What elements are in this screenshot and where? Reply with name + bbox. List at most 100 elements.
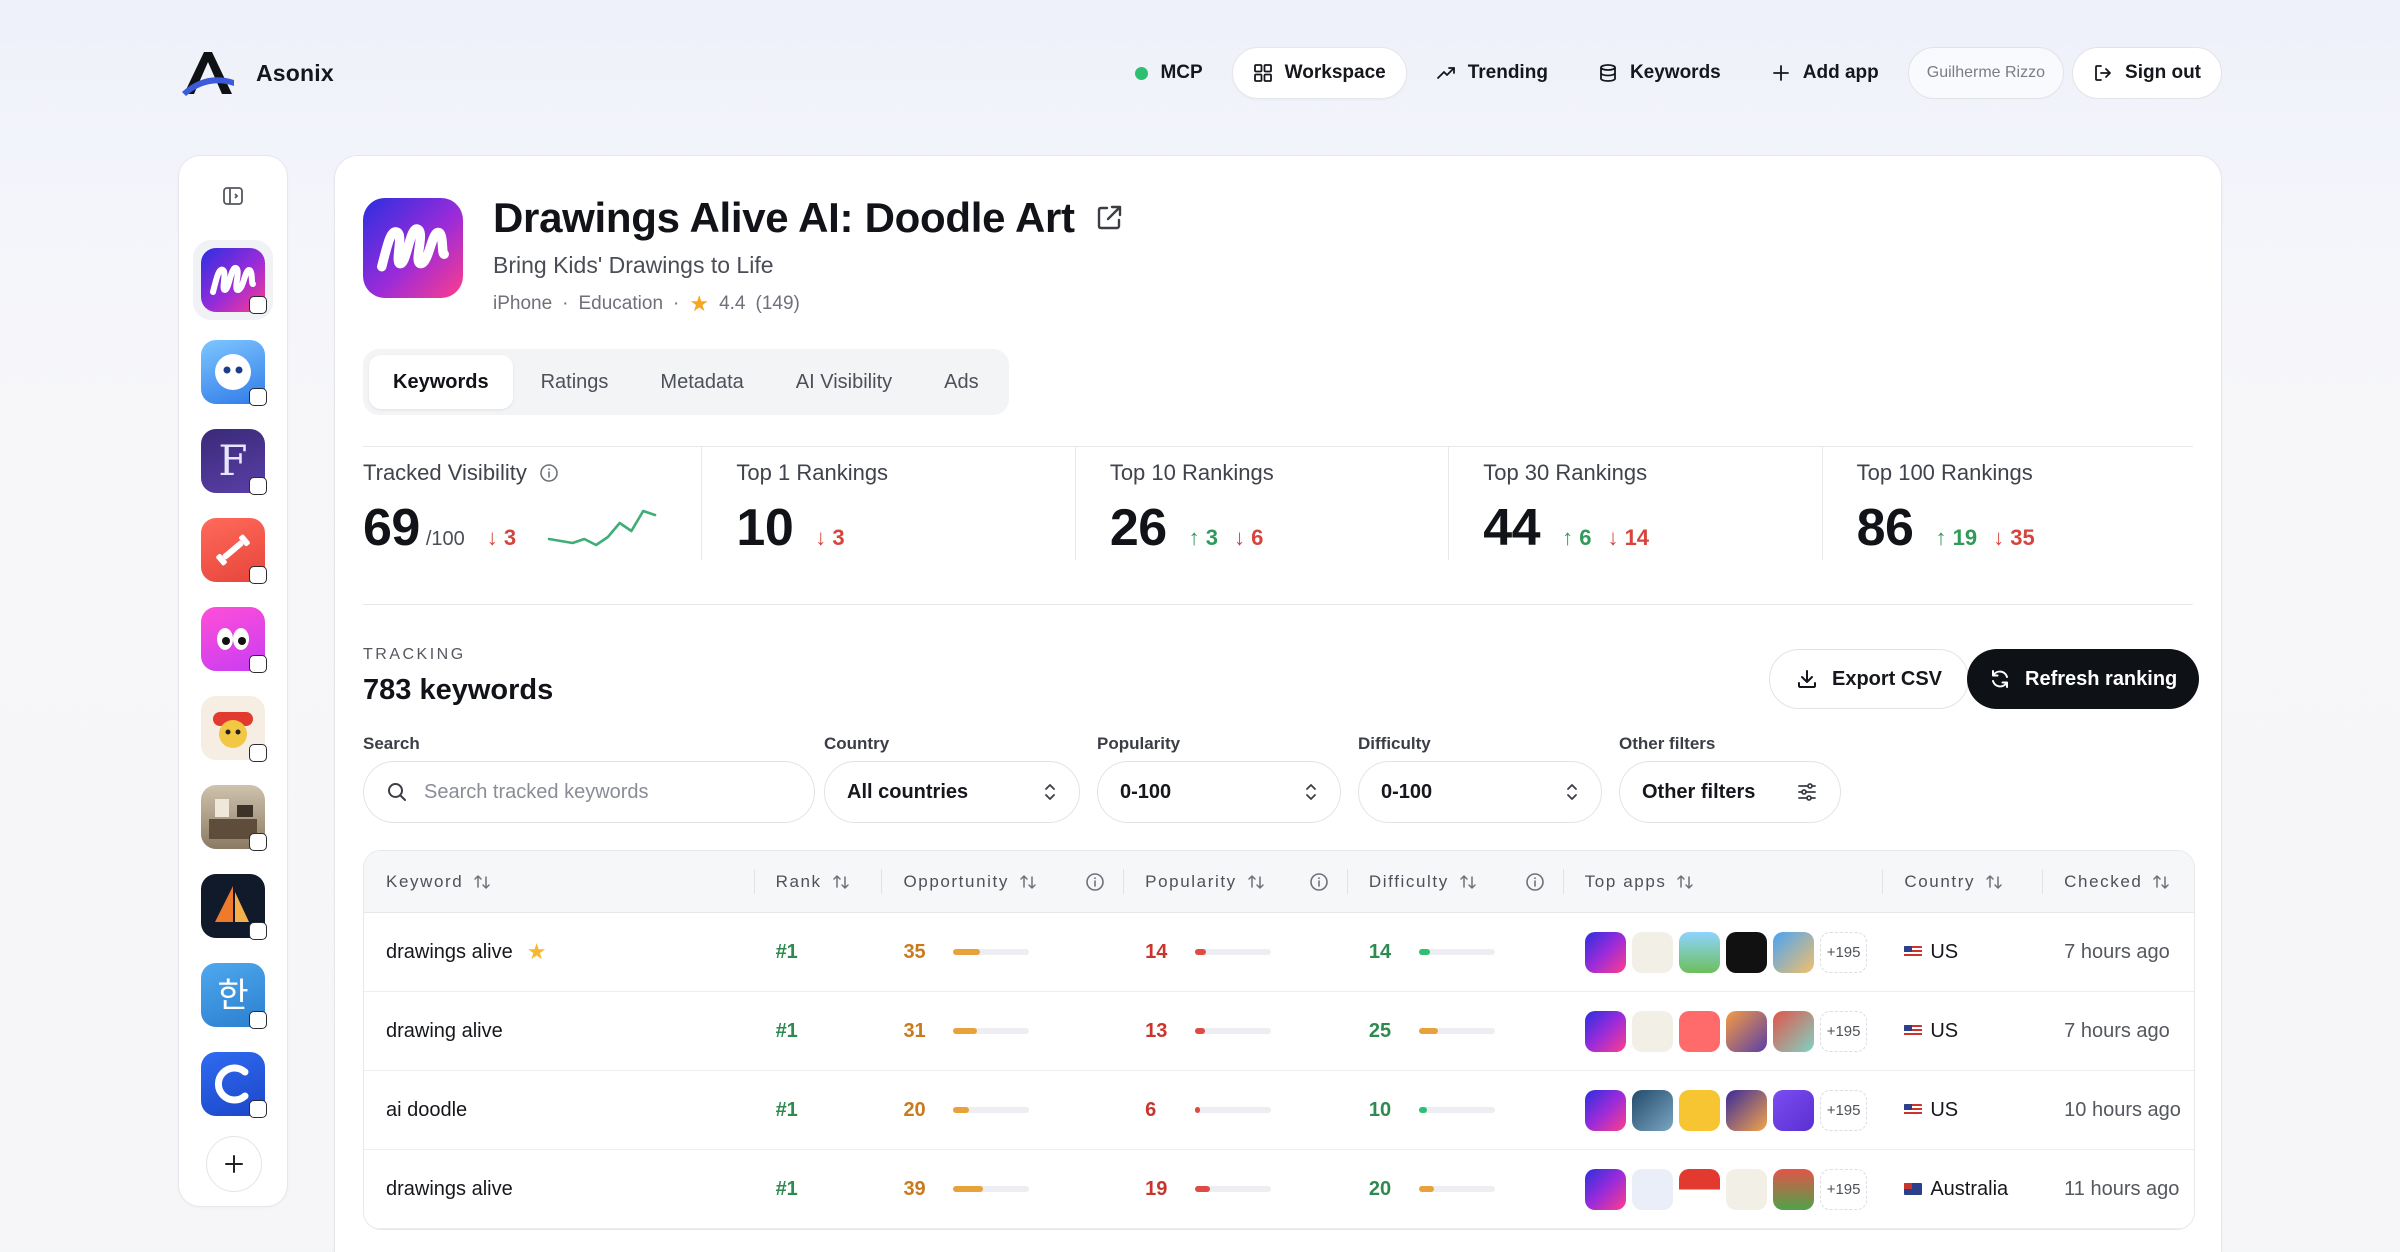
sidebar-app-drawings-alive[interactable] [193, 240, 273, 320]
opportunity-value: 31 [903, 1019, 926, 1042]
more-apps-count[interactable]: +195 [1819, 1089, 1868, 1131]
checked-cell: 7 hours ago [2042, 992, 2194, 1070]
keyword-cell[interactable]: drawings alive ★ [364, 913, 754, 991]
keyword-cell[interactable]: drawings alive [364, 1150, 754, 1228]
top-app-icon[interactable] [1631, 1010, 1673, 1052]
sidebar-app-5[interactable] [201, 607, 267, 673]
column-opportunity[interactable]: Opportunity [881, 851, 1123, 912]
top-app-icon[interactable] [1772, 1168, 1814, 1210]
top-app-icon[interactable] [1678, 931, 1720, 973]
user-pill[interactable]: Guilherme Rizzo [1907, 47, 2065, 99]
table-row[interactable]: drawing alive #1 31 13 25 +195 US 7 hour… [364, 992, 2194, 1071]
sidebar-app-6[interactable] [201, 696, 267, 762]
top-app-icon[interactable] [1725, 1089, 1767, 1131]
top-app-icon[interactable] [1678, 1089, 1720, 1131]
info-icon[interactable] [1309, 872, 1329, 892]
tab-keywords[interactable]: Keywords [369, 355, 513, 409]
nav-workspace[interactable]: Workspace [1231, 47, 1407, 99]
country-select[interactable]: All countries [824, 761, 1080, 823]
difficulty-select[interactable]: 0-100 [1358, 761, 1602, 823]
sidebar-app-3[interactable]: F [201, 429, 267, 495]
top-app-icon[interactable] [1678, 1168, 1720, 1210]
keyword-cell[interactable]: ai doodle [364, 1071, 754, 1149]
nav-mcp[interactable]: MCP [1114, 47, 1223, 99]
column-country[interactable]: Country [1882, 851, 2042, 912]
top-app-icon[interactable] [1584, 931, 1626, 973]
difficulty-cell: 20 [1347, 1150, 1563, 1228]
sidebar-app-2[interactable] [201, 340, 267, 406]
nav-trending[interactable]: Trending [1415, 47, 1569, 99]
stat-label: Top 100 Rankings [1856, 460, 2033, 485]
stat-tracked-visibility: Tracked Visibility 69 /100 ↓ 3 [363, 446, 701, 560]
sidebar-app-8[interactable] [201, 874, 267, 940]
brand[interactable]: Asonix [178, 48, 334, 98]
popularity-bar-fill [1195, 949, 1206, 955]
top-app-icon[interactable] [1631, 1089, 1673, 1131]
info-icon[interactable] [1085, 872, 1105, 892]
table-row[interactable]: drawings alive ★ #1 35 14 14 +195 US 7 h… [364, 913, 2194, 992]
column-top-apps[interactable]: Top apps [1562, 851, 1883, 912]
more-apps-count[interactable]: +195 [1819, 1010, 1868, 1052]
tab-ai-visibility[interactable]: AI Visibility [772, 355, 916, 409]
column-rank[interactable]: Rank [753, 851, 882, 912]
top-app-icon[interactable] [1772, 1010, 1814, 1052]
top-app-icon[interactable] [1631, 931, 1673, 973]
sidebar-toggle-icon[interactable] [221, 184, 245, 208]
refresh-ranking-button[interactable]: Refresh ranking [1967, 649, 2200, 709]
other-filters-button[interactable]: Other filters [1619, 761, 1841, 823]
column-popularity[interactable]: Popularity [1123, 851, 1347, 912]
tab-ratings[interactable]: Ratings [517, 355, 633, 409]
more-apps-count[interactable]: +195 [1819, 931, 1868, 973]
more-apps-count[interactable]: +195 [1819, 1168, 1868, 1210]
favorite-star-icon[interactable]: ★ [527, 939, 547, 965]
tab-metadata[interactable]: Metadata [636, 355, 767, 409]
top-app-icon[interactable] [1725, 931, 1767, 973]
top-app-icon[interactable] [1584, 1010, 1626, 1052]
column-keyword[interactable]: Keyword [364, 851, 754, 912]
info-icon[interactable] [539, 463, 559, 483]
column-checked[interactable]: Checked [2042, 851, 2194, 912]
top-app-icon[interactable] [1772, 1089, 1814, 1131]
difficulty-bar-fill [1418, 1186, 1435, 1192]
popularity-label: Popularity [1097, 734, 1181, 753]
top-app-icon[interactable] [1631, 1168, 1673, 1210]
sign-out-button[interactable]: Sign out [2072, 47, 2222, 99]
nav-add-app[interactable]: Add app [1750, 47, 1900, 99]
top-app-icon[interactable] [1725, 1010, 1767, 1052]
stat-unit: /100 [425, 528, 465, 550]
external-link-icon[interactable] [1093, 202, 1125, 234]
sidebar-app-4[interactable] [201, 518, 267, 584]
checked-cell: 7 hours ago [2042, 913, 2194, 991]
user-name: Guilherme Rizzo [1926, 64, 2046, 81]
search-icon [388, 783, 406, 801]
sidebar-app-10[interactable] [201, 1052, 267, 1118]
app-title: Drawings Alive AI: Doodle Art [493, 194, 1075, 241]
stat-delta-down: ↓ 6 [1234, 525, 1264, 550]
popularity-bar [1195, 1186, 1272, 1192]
difficulty-bar [1418, 1186, 1495, 1192]
sidebar-add-app-button[interactable] [206, 1136, 262, 1192]
sidebar-app-7[interactable] [201, 785, 267, 851]
stat-delta-up: ↑ 3 [1188, 525, 1219, 550]
grid-icon [1253, 64, 1272, 82]
tab-ads[interactable]: Ads [920, 355, 1002, 409]
app-rating-count: (149) [755, 293, 800, 314]
top-app-icon[interactable] [1584, 1168, 1626, 1210]
tracking-label: TRACKING [363, 646, 466, 663]
nav-keywords[interactable]: Keywords [1577, 47, 1742, 99]
table-row[interactable]: drawings alive #1 39 19 20 +195 Australi… [364, 1150, 2194, 1229]
top-app-icon[interactable] [1678, 1010, 1720, 1052]
top-app-icon[interactable] [1584, 1089, 1626, 1131]
table-body: drawings alive ★ #1 35 14 14 +195 US 7 h… [364, 913, 2194, 1229]
column-difficulty[interactable]: Difficulty [1346, 851, 1563, 912]
top-app-icon[interactable] [1725, 1168, 1767, 1210]
table-row[interactable]: ai doodle #1 20 6 10 +195 US 10 hours ag… [364, 1071, 2194, 1150]
search-input[interactable]: Search tracked keywords [363, 761, 815, 823]
export-csv-button[interactable]: Export CSV [1769, 649, 1970, 709]
info-icon[interactable] [1525, 872, 1545, 892]
popularity-select[interactable]: 0-100 [1097, 761, 1341, 823]
chevron-up-down-icon [1306, 784, 1316, 800]
top-app-icon[interactable] [1772, 931, 1814, 973]
keyword-cell[interactable]: drawing alive [364, 992, 754, 1070]
sidebar-app-9[interactable]: 한 [201, 963, 267, 1029]
